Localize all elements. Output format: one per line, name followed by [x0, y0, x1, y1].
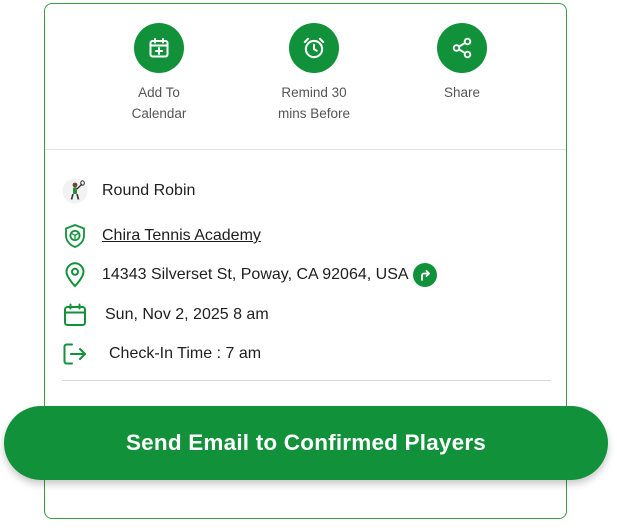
club-link[interactable]: Chira Tennis Academy: [102, 227, 261, 245]
directions-arrow-icon: [420, 270, 430, 281]
remind-label: Remind 30 mins Before: [277, 85, 351, 121]
date-row: Sun, Nov 2, 2025 8 am: [61, 301, 269, 329]
add-to-calendar-action[interactable]: Add To Calendar: [99, 23, 219, 124]
club-shield-icon: [61, 222, 89, 250]
check-in-icon: [61, 340, 89, 368]
remind-button[interactable]: [289, 23, 339, 73]
checkin-row: Check-In Time : 7 am: [61, 340, 261, 368]
date-text: Sun, Nov 2, 2025 8 am: [105, 306, 269, 323]
divider: [45, 149, 566, 150]
share-label: Share: [443, 85, 481, 100]
club-row: Chira Tennis Academy: [61, 222, 261, 250]
directions-button[interactable]: [412, 263, 437, 287]
divider: [62, 380, 551, 381]
remind-action[interactable]: Remind 30 mins Before: [254, 23, 374, 124]
share-button[interactable]: [437, 23, 487, 73]
send-email-button[interactable]: Send Email to Confirmed Players: [4, 406, 608, 480]
address-text[interactable]: 14343 Silverset St, Poway, CA 92064, USA: [102, 266, 409, 284]
event-type-text: Round Robin: [102, 182, 196, 199]
tennis-player-icon: [61, 177, 89, 205]
calendar-icon: [61, 301, 89, 329]
share-icon: [452, 37, 472, 59]
add-to-calendar-button[interactable]: [134, 23, 184, 73]
event-type-row: Round Robin: [61, 177, 195, 205]
share-action[interactable]: Share: [402, 23, 522, 103]
checkin-text: Check-In Time : 7 am: [109, 345, 262, 362]
address-row: 14343 Silverset St, Poway, CA 92064, USA: [61, 261, 437, 289]
calendar-plus-icon: [149, 38, 169, 58]
alarm-clock-icon: [303, 37, 325, 59]
action-bar: Add To Calendar Remind 30 mins Before Sh…: [45, 4, 566, 150]
add-to-calendar-label: Add To Calendar: [131, 85, 187, 121]
location-pin-icon: [61, 261, 89, 289]
